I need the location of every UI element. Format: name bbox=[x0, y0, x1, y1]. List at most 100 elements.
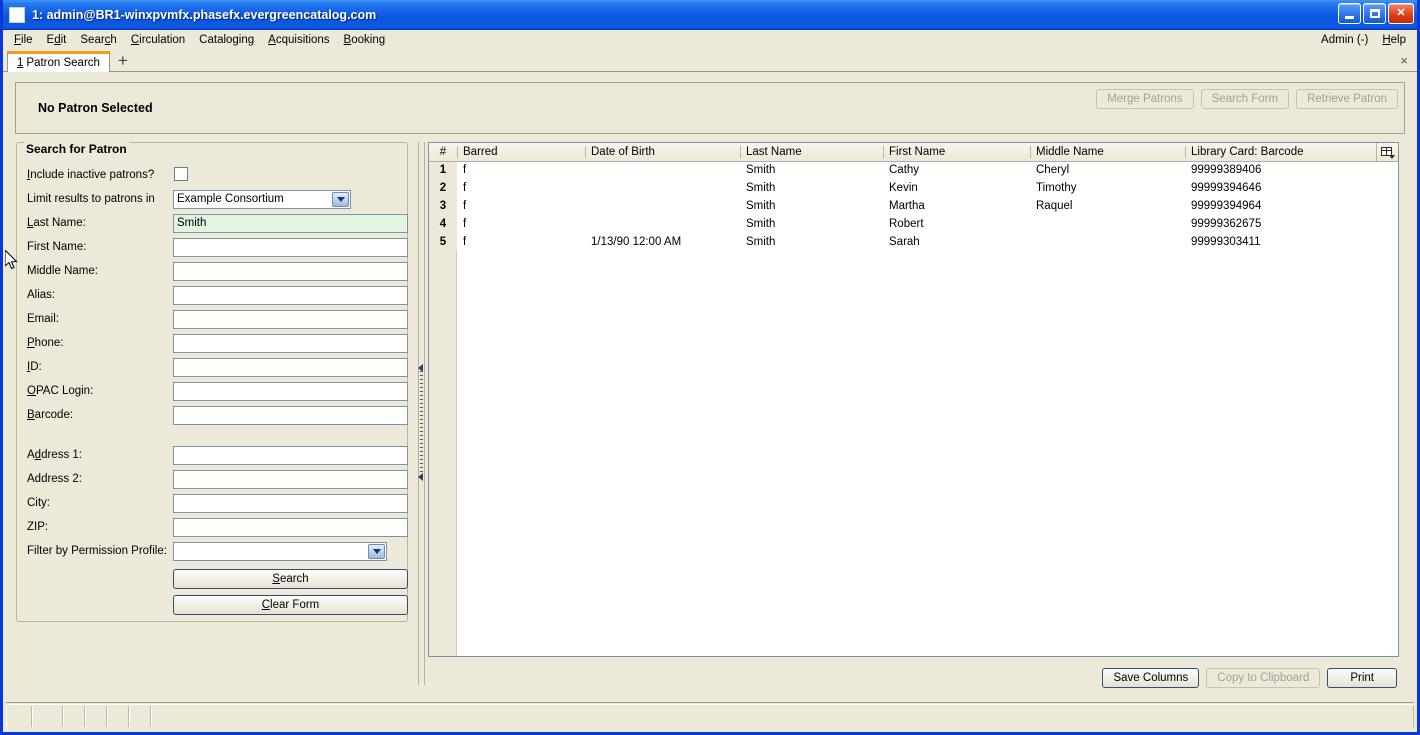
retrieve-patron-button[interactable]: Retrieve Patron bbox=[1296, 89, 1398, 109]
menu-cataloging[interactable]: Cataloging bbox=[192, 32, 261, 48]
id-input[interactable] bbox=[173, 357, 408, 377]
barcode-input[interactable] bbox=[173, 405, 408, 425]
zip-input[interactable] bbox=[173, 517, 408, 537]
column-picker-icon[interactable] bbox=[1376, 143, 1398, 161]
cell-first-name: Sarah bbox=[889, 236, 920, 248]
address2-input[interactable] bbox=[173, 469, 408, 489]
new-tab-button[interactable]: + bbox=[118, 52, 128, 69]
splitter-collapse-right-icon[interactable] bbox=[418, 473, 423, 481]
alias-label: Alias: bbox=[27, 289, 56, 301]
first-name-label: First Name: bbox=[27, 241, 87, 253]
table-row[interactable]: 1 f Smith Cathy Cheryl 99999389406 bbox=[429, 161, 1398, 179]
results-table-body: 1 f Smith Cathy Cheryl 99999389406 2 f S… bbox=[429, 161, 1398, 251]
cell-middle-name: Raquel bbox=[1036, 200, 1073, 212]
cell-barcode: 99999389406 bbox=[1191, 164, 1262, 177]
close-button[interactable]: ✕ bbox=[1388, 3, 1414, 24]
menu-file[interactable]: File bbox=[7, 32, 40, 48]
menu-acquisitions[interactable]: Acquisitions bbox=[261, 32, 336, 48]
menu-search[interactable]: Search bbox=[73, 32, 123, 48]
maximize-button[interactable] bbox=[1363, 3, 1386, 24]
include-inactive-checkbox[interactable] bbox=[174, 166, 188, 181]
table-row[interactable]: 3 f Smith Martha Raquel 99999394964 bbox=[429, 197, 1398, 215]
last-name-label: Last Name: bbox=[27, 217, 86, 229]
field-row-last-name: Last Name: bbox=[25, 211, 408, 235]
permission-profile-select[interactable] bbox=[173, 541, 387, 561]
col-header-first-name[interactable]: First Name bbox=[883, 143, 1030, 162]
status-cell-3 bbox=[63, 706, 85, 727]
results-table: # Barred Date of Birth Last Name First N… bbox=[429, 143, 1398, 251]
menu-admin[interactable]: Admin (-) bbox=[1314, 32, 1375, 48]
alias-input[interactable] bbox=[173, 285, 408, 305]
col-header-last-name[interactable]: Last Name bbox=[740, 143, 883, 162]
search-button[interactable]: Search bbox=[173, 569, 408, 589]
chevron-down-icon bbox=[332, 191, 349, 207]
col-header-middle-name[interactable]: Middle Name bbox=[1030, 143, 1185, 162]
cell-middle-name: Timothy bbox=[1036, 182, 1077, 194]
cell-first-name: Cathy bbox=[889, 164, 920, 177]
menu-help[interactable]: Help bbox=[1375, 32, 1413, 48]
copy-to-clipboard-button[interactable]: Copy to Clipboard bbox=[1206, 668, 1321, 688]
menu-edit[interactable]: Edit bbox=[40, 32, 74, 48]
form-spacer bbox=[25, 427, 399, 443]
results-footer: Save Columns Copy to Clipboard Print bbox=[428, 657, 1399, 699]
col-header-dob[interactable]: Date of Birth bbox=[585, 143, 740, 162]
results-pane: # Barred Date of Birth Last Name First N… bbox=[428, 142, 1405, 699]
cell-last-name: Smith bbox=[746, 182, 776, 194]
window-title: 1: admin@BR1-winxpvmfx.phasefx.evergreen… bbox=[32, 7, 377, 22]
field-row-opac-login: OPAC Login: bbox=[25, 379, 408, 403]
cell-middle-name bbox=[1030, 233, 1185, 251]
save-columns-button[interactable]: Save Columns bbox=[1102, 668, 1200, 688]
address1-input[interactable] bbox=[173, 445, 408, 465]
menu-circulation[interactable]: Circulation bbox=[124, 32, 192, 48]
status-cell-7 bbox=[151, 706, 1414, 727]
cell-dob: 1/13/90 12:00 AM bbox=[591, 236, 682, 248]
include-inactive-label: Include inactive patrons? bbox=[27, 169, 155, 181]
status-cell-2 bbox=[32, 706, 63, 727]
address1-label: Address 1: bbox=[27, 449, 82, 461]
search-pane: Search for Patron Include inactive patro… bbox=[15, 142, 414, 699]
opac-login-input[interactable] bbox=[173, 381, 408, 401]
city-label: City: bbox=[27, 497, 50, 509]
last-name-input[interactable] bbox=[173, 213, 408, 233]
email-label: Email: bbox=[27, 313, 59, 325]
email-input[interactable] bbox=[173, 309, 408, 329]
col-header-barred[interactable]: Barred bbox=[457, 143, 585, 162]
middle-name-input[interactable] bbox=[173, 261, 408, 281]
table-row[interactable]: 4 f Smith Robert 99999362675 bbox=[429, 215, 1398, 233]
minimize-button[interactable] bbox=[1338, 3, 1361, 24]
clear-form-button[interactable]: Clear Form bbox=[173, 595, 408, 615]
cell-barcode: 99999394964 bbox=[1191, 200, 1262, 212]
tab-patron-search[interactable]: 1 Patron Search bbox=[7, 51, 110, 72]
tab-label: Patron Search bbox=[26, 57, 100, 69]
close-tab-icon[interactable]: × bbox=[1400, 53, 1408, 68]
table-row[interactable]: 5 f 1/13/90 12:00 AM Smith Sarah 9999930… bbox=[429, 233, 1398, 251]
table-row[interactable]: 2 f Smith Kevin Timothy 99999394646 bbox=[429, 179, 1398, 197]
search-form-button[interactable]: Search Form bbox=[1200, 89, 1290, 109]
cell-row-number: 4 bbox=[429, 215, 457, 233]
limit-results-select[interactable]: Example Consortium bbox=[173, 189, 351, 209]
col-header-number[interactable]: # bbox=[429, 143, 457, 162]
cell-dob bbox=[585, 197, 740, 215]
print-button[interactable]: Print bbox=[1327, 668, 1397, 688]
menu-booking[interactable]: Booking bbox=[337, 32, 393, 48]
splitter-line-right bbox=[424, 142, 425, 685]
field-row-barcode: Barcode: bbox=[25, 403, 408, 427]
status-bar bbox=[6, 702, 1414, 729]
field-row-limit-results: Limit results to patrons in Example Cons… bbox=[25, 187, 399, 211]
merge-patrons-button[interactable]: Merge Patrons bbox=[1096, 89, 1194, 109]
cell-barred: f bbox=[463, 236, 467, 248]
cell-dob bbox=[585, 215, 740, 233]
cell-first-name: Kevin bbox=[889, 182, 918, 194]
splitter-collapse-left-icon[interactable] bbox=[418, 364, 423, 372]
splitter-grip[interactable] bbox=[420, 367, 423, 477]
first-name-input[interactable] bbox=[173, 237, 408, 257]
permission-profile-label: Filter by Permission Profile: bbox=[27, 545, 167, 557]
city-input[interactable] bbox=[173, 493, 408, 513]
field-row-alias: Alias: bbox=[25, 283, 408, 307]
cell-row-number: 1 bbox=[429, 161, 457, 179]
phone-input[interactable] bbox=[173, 333, 408, 353]
col-header-library-card-barcode[interactable]: Library Card: Barcode bbox=[1185, 143, 1398, 162]
opac-login-label: OPAC Login: bbox=[27, 385, 94, 397]
application-window: 1: admin@BR1-winxpvmfx.phasefx.evergreen… bbox=[0, 0, 1420, 735]
pane-splitter[interactable] bbox=[414, 142, 428, 699]
